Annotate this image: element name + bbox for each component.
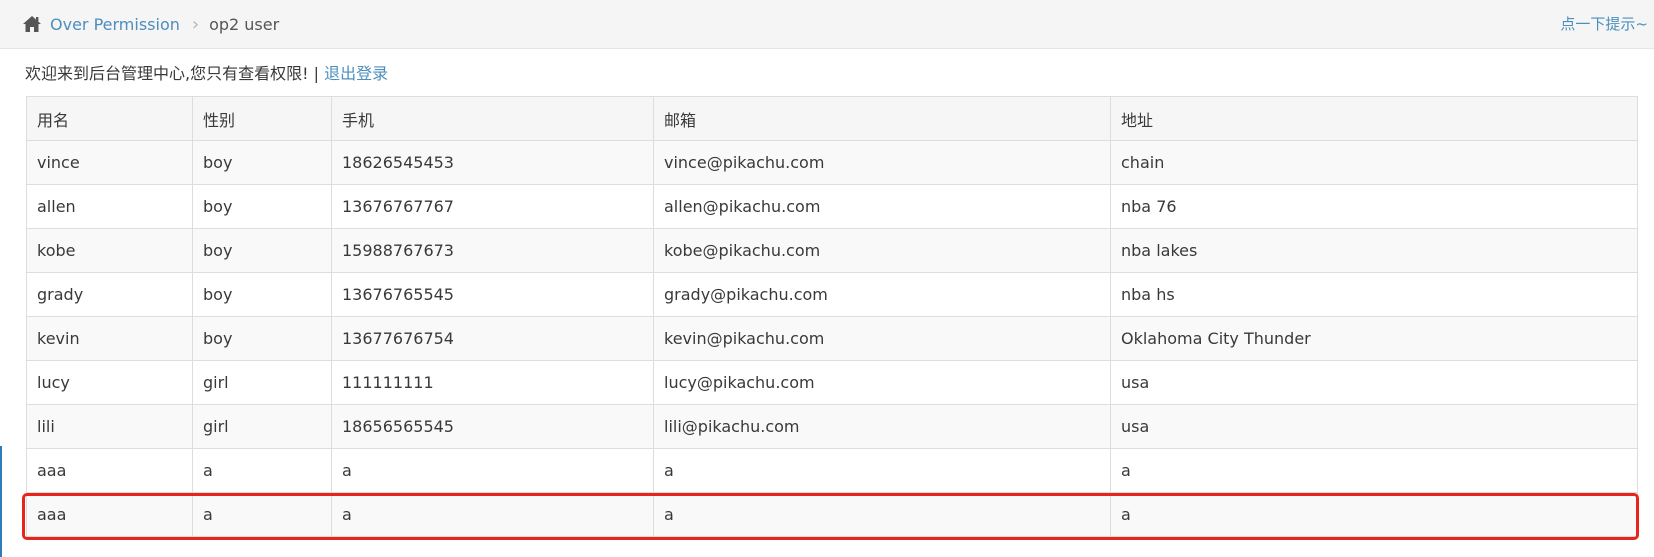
cell-email: grady@pikachu.com — [653, 272, 1111, 317]
cell-phone: 18626545453 — [331, 140, 654, 185]
cell-sex: boy — [192, 228, 332, 273]
breadcrumb-current: op2 user — [209, 14, 280, 34]
table-row: lucy girl 111111111 lucy@pikachu.com usa — [26, 360, 1638, 405]
cell-address: Oklahoma City Thunder — [1110, 316, 1638, 361]
cell-sex: a — [192, 448, 332, 493]
cell-phone: 15988767673 — [331, 228, 654, 273]
cell-phone: a — [331, 448, 654, 493]
cell-address: usa — [1110, 360, 1638, 405]
header-address: 地址 — [1110, 96, 1638, 141]
cell-sex: boy — [192, 272, 332, 317]
table-row: kevin boy 13677676754 kevin@pikachu.com … — [26, 316, 1638, 361]
cell-username: grady — [26, 272, 193, 317]
cell-sex: boy — [192, 140, 332, 185]
cell-phone: 18656565545 — [331, 404, 654, 449]
cell-address: nba lakes — [1110, 228, 1638, 273]
table-row: aaa a a a a — [26, 448, 1638, 493]
cell-username: vince — [26, 140, 193, 185]
cell-username: lili — [26, 404, 193, 449]
logout-link[interactable]: 退出登录 — [324, 64, 388, 83]
table-row-highlighted: aaa a a a a — [26, 492, 1638, 537]
home-icon[interactable] — [22, 14, 42, 34]
cell-username: kobe — [26, 228, 193, 273]
cell-email: a — [653, 448, 1111, 493]
cell-sex: a — [192, 492, 332, 537]
table-row: vince boy 18626545453 vince@pikachu.com … — [26, 140, 1638, 185]
cell-phone: 13676765545 — [331, 272, 654, 317]
breadcrumb-separator: › — [191, 13, 200, 35]
cell-email: lucy@pikachu.com — [653, 360, 1111, 405]
header-sex: 性别 — [192, 96, 332, 141]
header-email: 邮箱 — [653, 96, 1111, 141]
cell-email: a — [653, 492, 1111, 537]
cell-phone: a — [331, 492, 654, 537]
cell-phone: 13676767767 — [331, 184, 654, 229]
cell-username: aaa — [26, 492, 193, 537]
cell-email: kobe@pikachu.com — [653, 228, 1111, 273]
hint-link[interactable]: 点一下提示~ — [1560, 13, 1648, 34]
breadcrumb: Over Permission › op2 user — [22, 11, 279, 37]
table-header-row: 用名 性别 手机 邮箱 地址 — [26, 96, 1638, 141]
cell-email: kevin@pikachu.com — [653, 316, 1111, 361]
cell-username: aaa — [26, 448, 193, 493]
cell-address: nba 76 — [1110, 184, 1638, 229]
breadcrumb-link-over-permission[interactable]: Over Permission — [50, 15, 180, 34]
cell-sex: boy — [192, 316, 332, 361]
top-breadcrumb-bar: Over Permission › op2 user 点一下提示~ — [0, 0, 1654, 49]
cell-username: allen — [26, 184, 193, 229]
cell-sex: girl — [192, 360, 332, 405]
cell-address: a — [1110, 492, 1638, 537]
cell-phone: 111111111 — [331, 360, 654, 405]
left-accent-bar — [0, 446, 2, 557]
welcome-text: 欢迎来到后台管理中心,您只有查看权限! | — [25, 64, 325, 83]
header-username: 用名 — [26, 96, 193, 141]
cell-sex: girl — [192, 404, 332, 449]
cell-username: kevin — [26, 316, 193, 361]
welcome-message: 欢迎来到后台管理中心,您只有查看权限! | 退出登录 — [25, 60, 388, 84]
table-row: lili girl 18656565545 lili@pikachu.com u… — [26, 404, 1638, 449]
user-table: 用名 性别 手机 邮箱 地址 vince boy 18626545453 vin… — [26, 96, 1638, 537]
cell-phone: 13677676754 — [331, 316, 654, 361]
cell-email: lili@pikachu.com — [653, 404, 1111, 449]
cell-address: nba hs — [1110, 272, 1638, 317]
cell-address: a — [1110, 448, 1638, 493]
cell-username: lucy — [26, 360, 193, 405]
table-row: allen boy 13676767767 allen@pikachu.com … — [26, 184, 1638, 229]
table-row: grady boy 13676765545 grady@pikachu.com … — [26, 272, 1638, 317]
table-row: kobe boy 15988767673 kobe@pikachu.com nb… — [26, 228, 1638, 273]
cell-email: vince@pikachu.com — [653, 140, 1111, 185]
cell-email: allen@pikachu.com — [653, 184, 1111, 229]
cell-sex: boy — [192, 184, 332, 229]
header-phone: 手机 — [331, 96, 654, 141]
cell-address: usa — [1110, 404, 1638, 449]
cell-address: chain — [1110, 140, 1638, 185]
